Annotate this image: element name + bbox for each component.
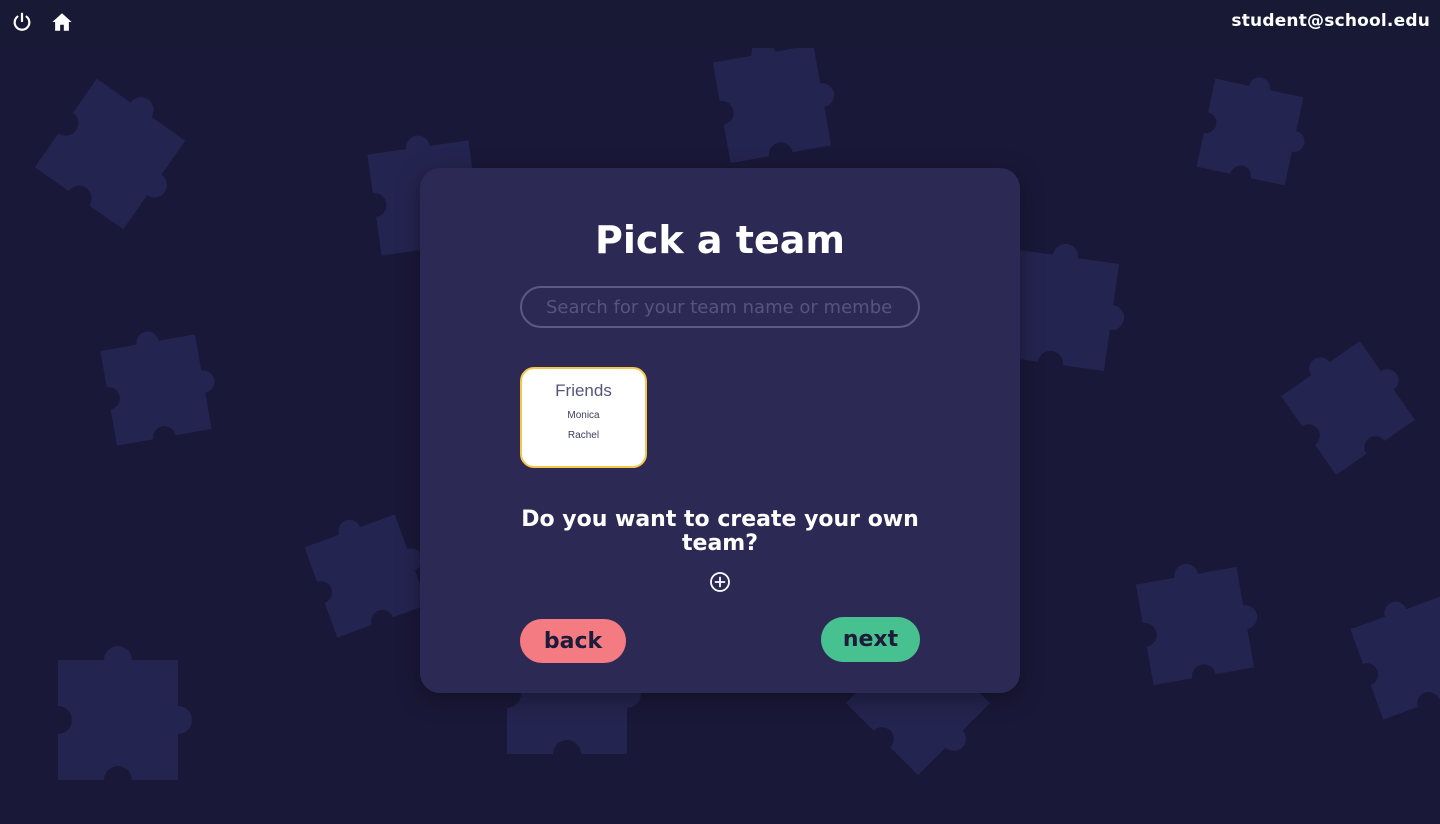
puzzle-piece-icon xyxy=(1133,553,1266,686)
back-button[interactable]: back xyxy=(520,619,626,663)
puzzle-piece-icon xyxy=(34,68,203,237)
team-member: Monica xyxy=(567,410,600,421)
circle-plus-icon[interactable] xyxy=(709,571,731,593)
puzzle-piece-icon xyxy=(58,646,192,780)
puzzle-piece-icon xyxy=(1196,68,1316,188)
pick-team-card: Pick a team Friends Monica Rachel Do you… xyxy=(420,168,1020,693)
home-icon[interactable] xyxy=(50,10,74,34)
create-team-prompt: Do you want to create your own team? xyxy=(521,507,919,556)
page-title: Pick a team xyxy=(595,218,845,262)
puzzle-piece-icon xyxy=(98,321,223,446)
team-member: Rachel xyxy=(567,430,600,441)
puzzle-piece-icon xyxy=(1346,582,1440,720)
next-button[interactable]: next xyxy=(821,617,920,662)
top-bar: student@school.edu xyxy=(0,0,1440,48)
power-icon[interactable] xyxy=(10,10,34,34)
team-name: Friends xyxy=(555,381,612,400)
puzzle-piece-icon xyxy=(300,500,439,638)
puzzle-piece-icon xyxy=(710,48,843,164)
team-search-input[interactable] xyxy=(520,286,920,328)
team-card-friends[interactable]: Friends Monica Rachel xyxy=(520,367,647,468)
puzzle-piece-icon xyxy=(1274,325,1425,475)
user-email: student@school.edu xyxy=(1231,11,1430,31)
